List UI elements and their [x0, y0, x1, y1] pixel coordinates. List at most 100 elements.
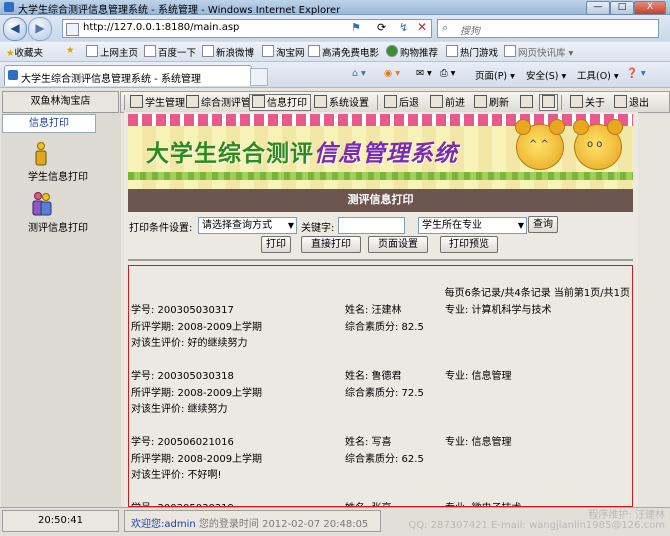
keyword-label: 关键字:: [301, 223, 335, 234]
menu-back[interactable]: 后退: [381, 94, 423, 111]
fav-link-webslice[interactable]: 网页快讯库 ▾: [504, 45, 573, 59]
fav-link-taobao[interactable]: 淘宝网: [262, 45, 305, 59]
student-no: 学号: 200305030317: [131, 305, 234, 316]
search-icon: ⌕: [442, 21, 449, 34]
fav-link-weibo[interactable]: 新浪微博: [202, 45, 254, 59]
menu-label: 前进: [445, 98, 465, 109]
score: 综合素质分: 72.5: [345, 388, 424, 399]
globe-icon: [386, 45, 398, 57]
page-menu[interactable]: 页面(P) ▾: [475, 68, 515, 82]
menu-info-print[interactable]: 信息打印: [249, 94, 311, 111]
go-icon[interactable]: ↯: [399, 21, 408, 34]
menu-label: 刷新: [489, 98, 509, 109]
menu-label: 后退: [399, 98, 419, 109]
menu-system-settings[interactable]: 系统设置: [311, 94, 373, 111]
query-method-select[interactable]: 请选择查询方式 ▼: [198, 217, 297, 234]
close-button[interactable]: X: [634, 1, 666, 15]
mail-icon[interactable]: ✉ ▾: [416, 68, 432, 79]
fav-link-games[interactable]: 热门游戏: [446, 45, 498, 59]
student-no: 学号: 200305030318: [131, 371, 234, 382]
compat-icon[interactable]: ⚑: [351, 21, 361, 34]
fav-link-movies[interactable]: 高清免费电影: [308, 45, 379, 59]
score: 综合素质分: 62.5: [345, 454, 424, 465]
keyword-input[interactable]: [338, 217, 405, 234]
page-setup-button[interactable]: 页面设置: [368, 236, 428, 253]
menu-about[interactable]: 关于: [567, 94, 609, 111]
menu-forward[interactable]: 前进: [427, 94, 469, 111]
favorites-bar: ★收藏夹 ★ 上网主页 百度一下 新浪微博 淘宝网 高清免费电影 购物推荐 热门…: [0, 42, 670, 62]
home-icon[interactable]: ⌂ ▾: [352, 68, 366, 79]
favorites-button[interactable]: ★收藏夹: [6, 45, 43, 59]
menu-label: 退出: [629, 98, 649, 109]
welcome-text: 欢迎您:admin 您的登录时间 2012-02-07 20:48:05: [131, 515, 368, 530]
student-icon: [130, 95, 143, 108]
student-name: 姓名: 张亮: [345, 499, 392, 506]
bear-face-icon: ^ ^: [529, 139, 549, 150]
menu-layout-1[interactable]: [517, 94, 536, 111]
page-icon: [446, 45, 458, 57]
menu-separator: [561, 95, 562, 110]
menu-label: 系统设置: [329, 98, 369, 109]
menu-layout-2[interactable]: [539, 94, 558, 111]
print-button[interactable]: 打印: [261, 236, 291, 253]
tools-menu[interactable]: 工具(O) ▾: [577, 68, 619, 82]
window-title: 大学生综合测评信息管理系统 - 系统管理 - Windows Internet …: [18, 5, 341, 16]
about-icon: [570, 95, 583, 108]
sidebar-item-student-print[interactable]: 学生信息打印: [8, 168, 108, 183]
maximize-button[interactable]: □: [610, 1, 634, 15]
banner-title: 大学生综合测评信息管理系统: [146, 134, 458, 168]
fav-link-shopping[interactable]: 购物推荐: [386, 45, 438, 59]
refresh-icon: [474, 95, 487, 108]
menu-label: 关于: [585, 98, 605, 109]
banner: 大学生综合测评信息管理系统 ^ ^ o o: [128, 114, 633, 193]
student-print-icon[interactable]: [33, 142, 49, 166]
address-input[interactable]: http://127.0.0.1:8180/main.asp ⚑ ⟳ ↯ ✕: [62, 19, 432, 38]
chevron-down-icon: ▼: [287, 221, 294, 230]
contact-info: QQ: 287307421 E-mail: wangjianlin1985@12…: [408, 520, 665, 531]
help-menu[interactable]: ❓ ▾: [626, 68, 646, 79]
sidebar-header: 信息打印: [2, 114, 96, 133]
safety-menu[interactable]: 安全(S) ▾: [526, 68, 566, 82]
chevron-down-icon: ▼: [517, 221, 524, 230]
forward-icon[interactable]: ▶: [28, 17, 52, 41]
page-icon: [202, 45, 214, 57]
query-field-select[interactable]: 学生所在专业 ▼: [418, 217, 527, 234]
username: admin: [164, 519, 196, 530]
sidebar-item-evaluation-print[interactable]: 测评信息打印: [8, 219, 108, 234]
new-tab-button[interactable]: [250, 68, 268, 86]
add-favorite-icon[interactable]: ★: [66, 45, 75, 56]
menu-separator: [377, 95, 378, 110]
ie-icon: [4, 2, 14, 12]
evaluation-print-icon[interactable]: [30, 192, 54, 216]
print-preview-button[interactable]: 打印预览: [440, 236, 498, 253]
record-item: 学号: 200305030317 姓名: 汪建林 专业: 计算机科学与技术 所评…: [129, 301, 632, 361]
fav-label: 购物推荐: [400, 48, 439, 59]
menu-student-manage[interactable]: 学生管理: [127, 94, 189, 111]
fav-label: 新浪微博: [216, 48, 255, 59]
back-icon[interactable]: ◀: [3, 17, 27, 41]
section-title: 测评信息打印: [128, 189, 633, 212]
score: 综合素质分: 82.5: [345, 322, 424, 333]
semester: 所评学期: 2008-2009上学期: [131, 388, 263, 399]
student-major: 专业: 计算机科学与技术: [445, 305, 552, 316]
divider: [128, 259, 633, 261]
feeds-icon[interactable]: ◉ ▾: [384, 68, 400, 79]
direct-print-button[interactable]: 直接打印: [301, 236, 361, 253]
search-input[interactable]: ⌕ 搜狗: [437, 19, 659, 38]
minimize-button[interactable]: —: [586, 1, 610, 15]
window-title-bar: 大学生综合测评信息管理系统 - 系统管理 - Windows Internet …: [0, 0, 670, 16]
print-icon: [252, 95, 265, 108]
query-button[interactable]: 查询: [528, 216, 558, 233]
refresh-icon[interactable]: ⟳: [377, 21, 386, 34]
tab-main[interactable]: 大学生综合测评信息管理系统 - 系统管理: [4, 65, 252, 86]
pagination-info: 每页6条记录/共4条记录 当前第1页/共1页: [444, 288, 630, 299]
fav-link-home[interactable]: 上网主页: [86, 45, 138, 59]
print-icon[interactable]: ⎙ ▾: [440, 68, 455, 79]
menu-refresh[interactable]: 刷新: [471, 94, 513, 111]
stop-icon[interactable]: ✕: [417, 20, 427, 34]
fav-label: 淘宝网: [276, 48, 305, 59]
bear-ear: [515, 119, 531, 135]
fav-link-baidu[interactable]: 百度一下: [144, 45, 196, 59]
menu-exit[interactable]: 退出: [611, 94, 653, 111]
banner-decor: [128, 172, 633, 180]
